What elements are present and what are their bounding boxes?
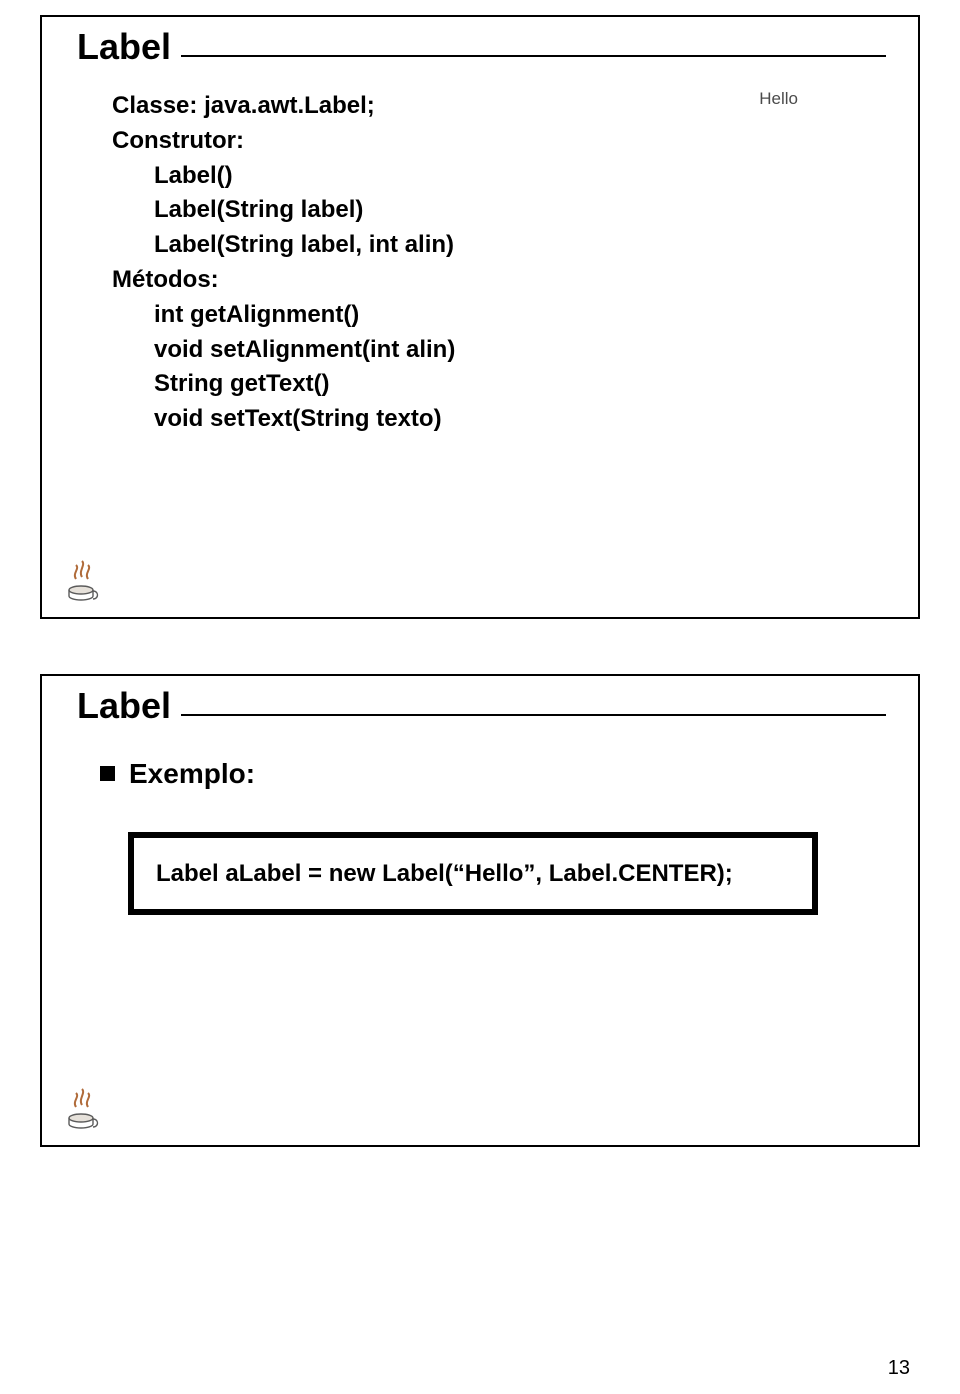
metodos-label: Métodos:	[112, 263, 878, 298]
slide-label-example: Label Exemplo: Label aLabel = new Label(…	[40, 674, 920, 1147]
page-number: 13	[888, 1357, 910, 1380]
classe-value: java.awt.Label;	[204, 92, 375, 119]
constructor-line-3: Label(String label, int alin)	[112, 228, 878, 263]
api-text-block: Classe: java.awt.Label; Construtor: Labe…	[112, 89, 878, 437]
exemplo-heading: Exemplo:	[100, 758, 878, 790]
bullet-square-icon	[100, 766, 115, 781]
code-example-box: Label aLabel = new Label(“Hello”, Label.…	[128, 832, 818, 915]
constructor-line-2: Label(String label)	[112, 193, 878, 228]
exemplo-label: Exemplo:	[129, 758, 255, 790]
code-line: Label aLabel = new Label(“Hello”, Label.…	[156, 860, 733, 887]
construtor-label: Construtor:	[112, 124, 878, 159]
constructor-line-1: Label()	[112, 159, 878, 194]
java-cup-icon	[62, 555, 106, 603]
method-line-2: void setAlignment(int alin)	[112, 333, 878, 368]
method-line-4: void setText(String texto)	[112, 402, 878, 437]
java-cup-icon	[62, 1083, 106, 1131]
method-line-1: int getAlignment()	[112, 298, 878, 333]
label-preview-text: Hello	[759, 89, 798, 109]
slide-label-api: Label Hello Classe: java.awt.Label; Cons…	[40, 15, 920, 619]
method-line-3: String getText()	[112, 367, 878, 402]
classe-label: Classe:	[112, 92, 197, 119]
